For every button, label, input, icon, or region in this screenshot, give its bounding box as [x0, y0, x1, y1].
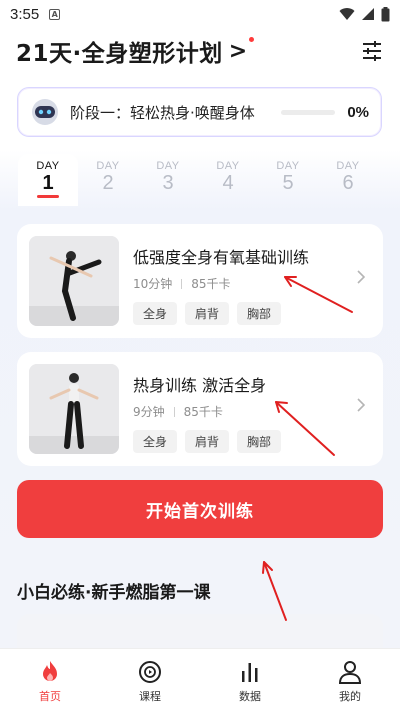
nav-item-data[interactable]: 数据 [200, 649, 300, 712]
day-number: 4 [222, 172, 234, 194]
day-label: DAY [336, 160, 360, 172]
day-number: 5 [282, 172, 294, 194]
status-bar: 3:55 A [0, 0, 400, 28]
tag: 全身 [133, 302, 178, 325]
robot-icon [32, 99, 58, 125]
nav-label: 数据 [239, 690, 261, 703]
tab-day-5[interactable]: DAY 5 [258, 154, 318, 206]
workout-meta: 10分钟 85千卡 [133, 275, 371, 292]
play-circle-icon [139, 661, 161, 683]
bottom-nav: 首页 课程 数据 我的 [0, 648, 400, 712]
workout-title: 热身训练 激活全身 [133, 376, 267, 395]
nav-label: 首页 [39, 690, 61, 703]
nav-item-home[interactable]: 首页 [0, 649, 100, 712]
nav-item-profile[interactable]: 我的 [300, 649, 400, 712]
stage-percent: 0% [347, 103, 369, 121]
tab-day-6[interactable]: DAY 6 [318, 154, 378, 206]
settings-sliders-icon[interactable] [360, 39, 384, 63]
stage-card[interactable]: 阶段一：轻松热身·唤醒身体 0% [17, 87, 382, 137]
tag: 肩背 [185, 430, 230, 453]
chevron-right-icon [357, 398, 365, 412]
day-label: DAY [96, 160, 120, 172]
nav-label: 我的 [339, 690, 361, 703]
bar-chart-icon [242, 663, 258, 682]
wifi-icon [339, 8, 355, 20]
workout-tags: 全身 肩背 胸部 [133, 302, 371, 325]
section-title: 小白必练·新手燃脂第一课 [17, 583, 211, 603]
workout-thumbnail [29, 364, 119, 454]
battery-icon [381, 6, 390, 21]
meta-divider [181, 278, 183, 289]
flame-icon [43, 661, 57, 681]
signal-icon [362, 8, 374, 20]
nav-label: 课程 [139, 690, 161, 703]
workout-tags: 全身 肩背 胸部 [133, 430, 371, 453]
status-time: 3:55 [10, 5, 40, 23]
workout-info: 热身训练 激活全身 9分钟 85千卡 全身 肩背 胸部 [133, 364, 371, 453]
chevron-right-icon [357, 270, 365, 284]
notification-dot [249, 36, 255, 42]
workout-card[interactable]: 低强度全身有氧基础训练 10分钟 85千卡 全身 肩背 胸部 [17, 224, 383, 338]
day-number: 6 [342, 172, 354, 194]
workout-card[interactable]: 热身训练 激活全身 9分钟 85千卡 全身 肩背 胸部 [17, 352, 383, 466]
person-icon [338, 661, 362, 684]
status-indicators [339, 6, 390, 22]
notification-icon: A [49, 8, 61, 20]
day-label: DAY [276, 160, 300, 172]
workout-calories: 85千卡 [183, 405, 223, 419]
tag: 肩背 [185, 302, 230, 325]
workout-thumbnail [29, 236, 119, 326]
workout-meta: 9分钟 85千卡 [133, 403, 371, 420]
day-number: 2 [102, 172, 114, 194]
plan-title[interactable]: 21天·全身塑形计划 [16, 34, 223, 68]
tag: 胸部 [237, 302, 282, 325]
day-number: 3 [162, 172, 174, 194]
tag: 全身 [133, 430, 178, 453]
stage-progress-bar [281, 109, 336, 115]
tab-day-4[interactable]: DAY 4 [198, 154, 258, 206]
nav-item-courses[interactable]: 课程 [100, 649, 200, 712]
workout-title: 低强度全身有氧基础训练 [133, 248, 310, 267]
tag: 胸部 [237, 430, 282, 453]
tab-day-1[interactable]: DAY 1 [18, 154, 78, 206]
day-tabs: DAY 1 DAY 2 DAY 3 DAY 4 DAY 5 DAY 6 [18, 154, 388, 206]
workout-calories: 85千卡 [191, 277, 231, 291]
tab-day-3[interactable]: DAY 3 [138, 154, 198, 206]
header: 21天·全身塑形计划 > [16, 34, 384, 68]
day-label: DAY [156, 160, 180, 172]
meta-divider [173, 406, 175, 417]
day-label: DAY [36, 160, 60, 172]
start-training-button[interactable]: 开始首次训练 [17, 480, 383, 538]
chevron-right-icon[interactable]: > [229, 39, 247, 64]
day-label: DAY [216, 160, 240, 172]
tab-day-2[interactable]: DAY 2 [78, 154, 138, 206]
day-number: 1 [42, 172, 54, 194]
workout-info: 低强度全身有氧基础训练 10分钟 85千卡 全身 肩背 胸部 [133, 236, 371, 325]
workout-duration: 9分钟 [133, 405, 165, 419]
active-day-underline [37, 195, 59, 198]
workout-duration: 10分钟 [133, 277, 173, 291]
stage-label: 阶段一：轻松热身·唤醒身体 [70, 103, 255, 122]
